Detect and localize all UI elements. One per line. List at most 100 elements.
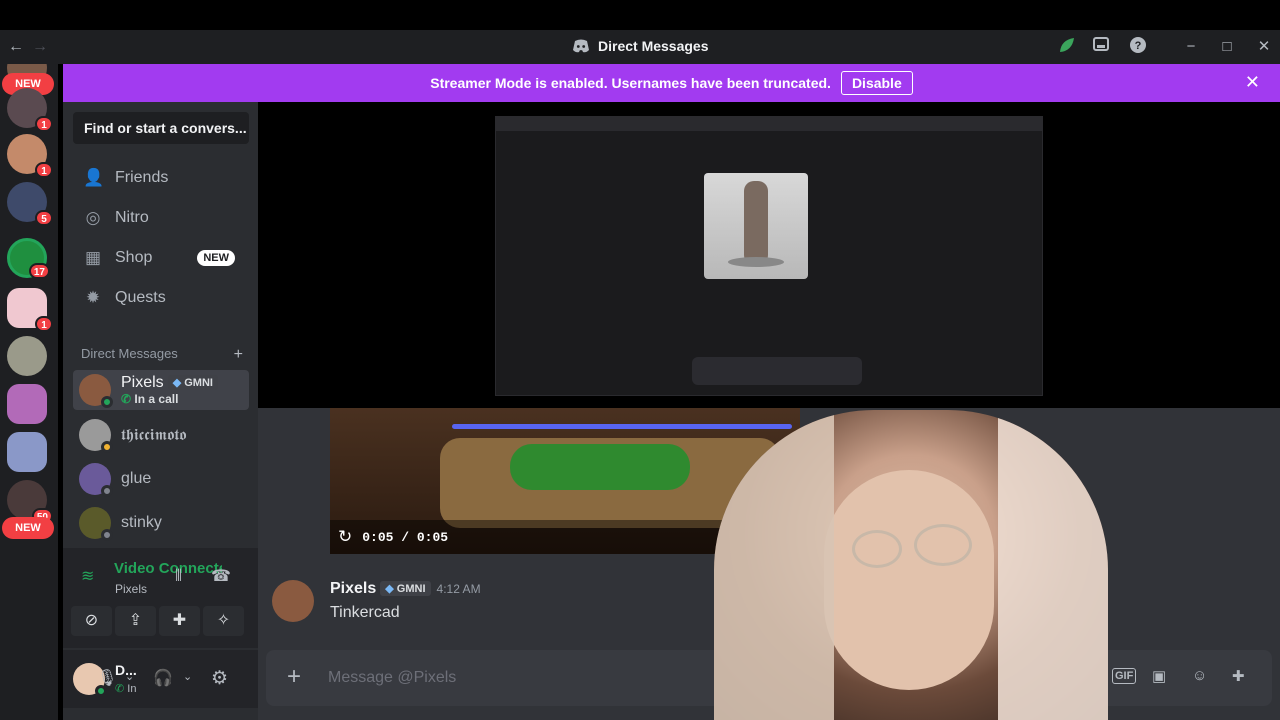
camera-off-button[interactable]: ⊘	[71, 606, 112, 636]
add-attachment-plus-icon[interactable]: +	[280, 664, 308, 692]
minimize-button[interactable]: −	[1180, 36, 1202, 58]
guild-tag: ◆ GMNI	[380, 581, 431, 597]
voice-channel-name: Pixels	[115, 582, 148, 596]
avatar	[79, 463, 113, 497]
message-author[interactable]: Pixels	[330, 580, 376, 597]
server-icon[interactable]: 5	[7, 182, 53, 226]
sticker-icon[interactable]: ▣	[1152, 667, 1166, 685]
maximize-button[interactable]: □	[1216, 36, 1238, 58]
close-window-button[interactable]: ✕	[1253, 36, 1275, 58]
user-status: ✆ In	[115, 682, 136, 695]
nav-item-nitro[interactable]: ◎ Nitro	[73, 199, 249, 237]
server-icon[interactable]	[7, 336, 47, 376]
disconnect-icon[interactable]: ☎	[211, 566, 231, 586]
unread-badge: 17	[28, 263, 50, 279]
close-icon[interactable]: ✕	[1245, 72, 1260, 93]
server-icon[interactable]: 1	[7, 288, 53, 332]
microphone-icon[interactable]: 🎙	[97, 668, 117, 688]
new-unreads-pill[interactable]: NEW	[2, 517, 54, 539]
dm-name: stinky	[121, 514, 162, 531]
gem-icon: ◆	[385, 583, 394, 596]
voice-status-title[interactable]: Video Connected	[114, 560, 222, 577]
signal-icon[interactable]: ≋	[81, 566, 94, 586]
server-icon[interactable]	[7, 432, 47, 472]
emoji-icon[interactable]: ☺	[1192, 667, 1207, 684]
webcam-overlay	[714, 410, 1108, 720]
avatar	[79, 419, 113, 453]
dm-name: glue	[121, 470, 152, 487]
idle-status-dot	[101, 441, 113, 453]
chevron-down-icon[interactable]: ⌄	[183, 670, 192, 683]
create-dm-plus-icon[interactable]: +	[234, 346, 243, 364]
screen-share-button[interactable]: ⇪	[115, 606, 156, 636]
activities-button[interactable]: ✚	[159, 606, 200, 636]
dm-name: 𝖙𝖍𝖎𝖈𝖈𝖎𝖒𝖔𝖙𝖔	[121, 425, 187, 444]
phone-icon: ✆	[121, 392, 132, 406]
nav-item-label: Friends	[115, 169, 169, 186]
dm-name: Pixels	[121, 374, 164, 391]
offline-status-dot	[101, 485, 113, 497]
nitro-icon: ◎	[85, 208, 101, 227]
streamer-mode-banner: Streamer Mode is enabled. Usernames have…	[63, 64, 1280, 102]
nav-item-label: Shop	[115, 249, 153, 266]
dm-item[interactable]: stinky	[73, 503, 249, 543]
server-icon[interactable]	[7, 384, 47, 424]
dm-header-label: Direct Messages	[81, 346, 178, 361]
replay-icon[interactable]: ↻	[338, 527, 352, 547]
message-avatar[interactable]	[272, 580, 314, 622]
new-badge: NEW	[197, 250, 235, 266]
settings-gear-icon[interactable]: ⚙	[211, 667, 228, 690]
video-progress-bar[interactable]	[452, 424, 792, 429]
nav-item-friends[interactable]: 👤 Friends	[73, 159, 249, 197]
message-input[interactable]	[328, 664, 728, 692]
window-title-text: Direct Messages	[598, 38, 709, 54]
nav-item-quests[interactable]: ✹ Quests	[73, 279, 249, 317]
nitro-leaf-icon[interactable]	[1056, 36, 1078, 58]
inbox-icon[interactable]	[1090, 36, 1112, 58]
message: Pixels ◆ GMNI 4:12 AM Tinkercad	[272, 578, 772, 628]
soundboard-button[interactable]: ✧	[203, 606, 244, 636]
user-status-text: In	[127, 683, 137, 695]
back-arrow-icon[interactable]: ←	[8, 38, 24, 56]
gif-button[interactable]: GIF	[1112, 668, 1137, 684]
unread-badge: 1	[35, 162, 53, 178]
guild-tag-text: GMNI	[184, 377, 213, 390]
server-icon[interactable]: 1	[7, 88, 53, 132]
screen-share-stream[interactable]	[258, 102, 1280, 408]
find-conversation-button[interactable]: Find or start a convers...	[73, 112, 249, 144]
dm-item[interactable]: glue	[73, 459, 249, 499]
dm-activity: In a call	[134, 392, 179, 406]
headphones-icon[interactable]: 🎧	[153, 668, 173, 688]
dm-item[interactable]: 𝖙𝖍𝖎𝖈𝖈𝖎𝖒𝖔𝖙𝖔	[73, 415, 249, 455]
banner-text: Streamer Mode is enabled. Usernames have…	[430, 75, 831, 91]
nav-item-label: Quests	[115, 289, 166, 306]
message-text: Tinkercad	[330, 604, 400, 621]
server-icon[interactable]: 50	[7, 480, 53, 524]
unread-badge: 5	[35, 210, 53, 226]
gem-icon: ◆	[172, 377, 182, 390]
title-bar: ← → Direct Messages ? − □ ✕	[0, 30, 1280, 64]
forward-arrow-icon[interactable]: →	[32, 38, 48, 56]
avatar	[79, 507, 113, 541]
help-icon[interactable]: ?	[1127, 36, 1149, 58]
server-icon[interactable]: 1	[7, 134, 53, 178]
chevron-down-icon[interactable]: ⌄	[125, 670, 134, 683]
video-time: 0:05 / 0:05	[362, 529, 449, 545]
voice-connection-panel: ≋ Video Connected Pixels ⦀ ☎	[63, 548, 258, 648]
quests-icon: ✹	[85, 288, 101, 307]
nav-item-shop[interactable]: ▦ Shop NEW	[73, 239, 249, 277]
3d-model-thumbnail	[704, 173, 808, 279]
server-icon[interactable]: 17	[7, 238, 50, 279]
dm-item-pixels[interactable]: Pixels ◆ GMNI ✆ In a call	[73, 370, 249, 410]
guild-tag: ◆ GMNI	[167, 375, 218, 391]
nav-item-label: Nitro	[115, 209, 149, 226]
apps-icon[interactable]: ✚	[1232, 667, 1245, 685]
user-panel: D... ✆ In 🎙 ⌄ 🎧 ⌄ ⚙	[63, 650, 258, 708]
message-header: Pixels ◆ GMNI 4:12 AM	[330, 580, 481, 598]
shared-screen-frame	[495, 116, 1043, 396]
unread-badge: 1	[35, 316, 53, 332]
discord-logo-icon	[573, 39, 589, 53]
noise-suppression-icon[interactable]: ⦀	[175, 568, 182, 586]
avatar	[79, 374, 113, 408]
disable-streamer-mode-button[interactable]: Disable	[840, 71, 913, 95]
